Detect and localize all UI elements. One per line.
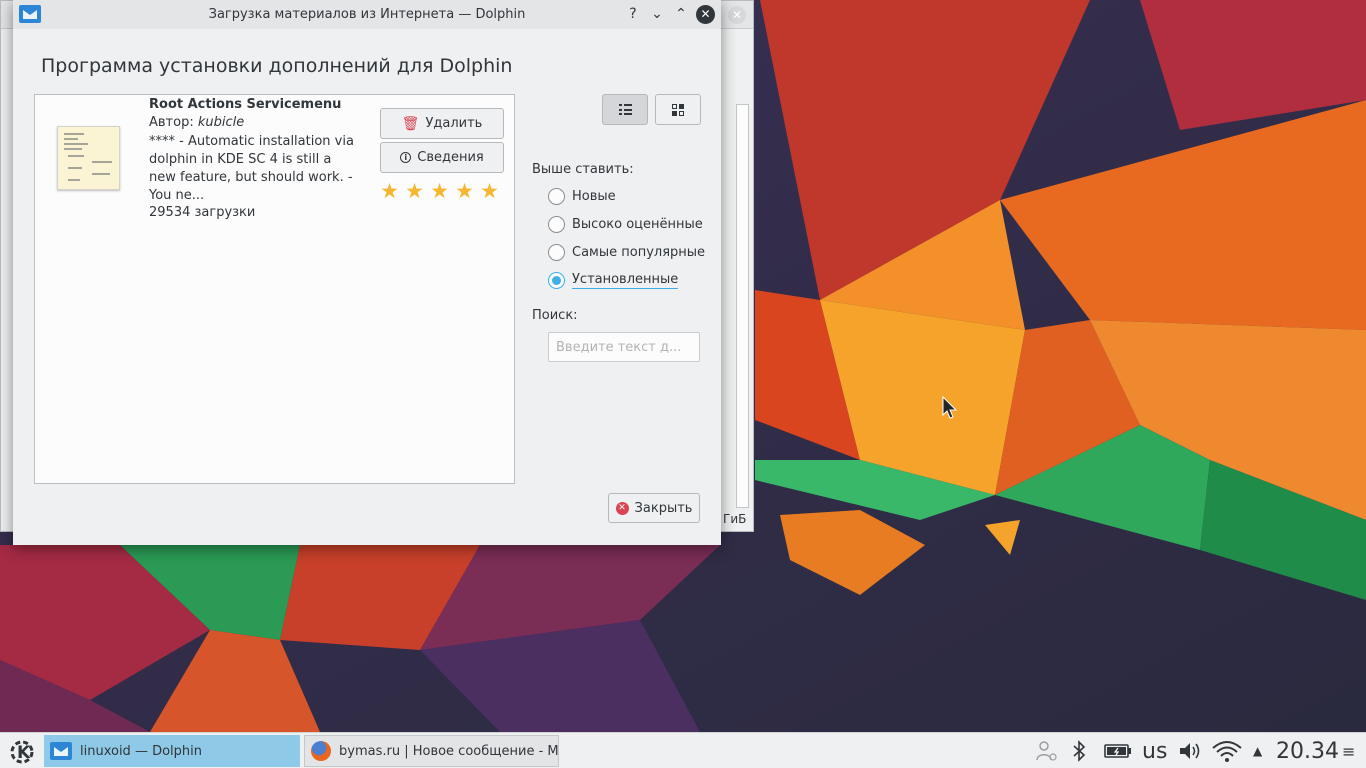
addon-name[interactable]: Root Actions Servicemenu xyxy=(149,97,341,112)
volume-icon[interactable] xyxy=(1178,733,1202,768)
dialog-titlebar[interactable]: Загрузка материалов из Интернета — Dolph… xyxy=(13,0,721,29)
close-dialog-button[interactable]: ✕ Закрыть xyxy=(608,493,700,523)
details-button[interactable]: i Сведения xyxy=(380,142,504,173)
star-icon[interactable]: ★ xyxy=(480,180,499,202)
trash-icon: 🗑 xyxy=(401,115,420,132)
radio-button[interactable] xyxy=(548,216,565,233)
help-button[interactable]: ? xyxy=(624,4,642,24)
star-icon[interactable]: ★ xyxy=(405,180,424,202)
keyboard-layout-indicator[interactable]: us xyxy=(1142,733,1167,768)
dolphin-app-icon xyxy=(19,5,41,23)
view-list-button[interactable] xyxy=(602,94,648,125)
firefox-icon xyxy=(311,741,331,761)
dialog-heading: Программа установки дополнений для Dolph… xyxy=(41,55,513,77)
uninstall-button[interactable]: 🗑 Удалить xyxy=(380,108,504,139)
taskbar: K linuxoid — Dolphin bymas.ru | Новое со… xyxy=(0,732,1366,768)
author-prefix: Автор: xyxy=(149,115,198,130)
radio-button[interactable] xyxy=(548,188,565,205)
task-label: linuxoid — Dolphin xyxy=(80,743,202,759)
window-title: Загрузка материалов из Интернета — Dolph… xyxy=(208,7,526,22)
addon-thumbnail[interactable] xyxy=(57,126,120,190)
dolphin-icon xyxy=(50,742,72,760)
view-grid-button[interactable] xyxy=(655,94,701,125)
background-window-size-text: ГиБ xyxy=(723,512,747,526)
close-label: Закрыть xyxy=(634,500,693,516)
sort-option-label: Установленные xyxy=(572,272,679,289)
addons-list[interactable]: Root Actions Servicemenu Автор: kubicle … xyxy=(34,94,515,484)
minimize-button[interactable]: ⌄ xyxy=(648,4,666,24)
star-icon[interactable]: ★ xyxy=(455,180,474,202)
addon-downloads: 29534 загрузки xyxy=(149,205,256,220)
kde-application-launcher-icon[interactable]: K xyxy=(6,736,38,766)
close-icon: ✕ xyxy=(615,501,629,515)
wifi-icon[interactable] xyxy=(1211,733,1243,768)
star-icon[interactable]: ★ xyxy=(380,180,399,202)
uninstall-label: Удалить xyxy=(425,116,483,131)
task-firefox[interactable]: bymas.ru | Новое сообщение - Mo xyxy=(304,735,559,767)
close-window-button[interactable]: ✕ xyxy=(696,4,715,24)
bluetooth-icon[interactable] xyxy=(1072,733,1086,768)
ghns-dialog: Загрузка материалов из Интернета — Dolph… xyxy=(13,0,721,545)
user-switcher-icon[interactable] xyxy=(1034,733,1058,768)
rating-stars[interactable]: ★ ★ ★ ★ ★ xyxy=(380,180,499,202)
list-view-icon xyxy=(618,104,632,115)
addon-author: Автор: kubicle xyxy=(149,115,244,130)
panel-menu-icon[interactable]: ≡ xyxy=(1342,733,1355,768)
sort-option[interactable]: Новые xyxy=(548,188,616,205)
addon-description: **** - Automatic installation via dolphi… xyxy=(149,134,354,203)
author-name: kubicle xyxy=(197,115,245,130)
mouse-cursor-icon xyxy=(942,396,958,419)
svg-text:K: K xyxy=(17,743,31,763)
task-dolphin[interactable]: linuxoid — Dolphin xyxy=(44,735,300,767)
tray-expand-icon[interactable]: ▲ xyxy=(1253,733,1262,768)
sort-option-label: Новые xyxy=(572,189,616,204)
background-window-close-icon[interactable]: ✕ xyxy=(728,6,746,24)
star-icon[interactable]: ★ xyxy=(430,180,449,202)
battery-icon[interactable] xyxy=(1104,733,1132,768)
sort-label: Выше ставить: xyxy=(532,162,634,177)
sort-option[interactable]: Высоко оценённые xyxy=(548,216,703,233)
search-label: Поиск: xyxy=(532,308,578,323)
sort-option-label: Высоко оценённые xyxy=(572,217,703,232)
background-window-panel xyxy=(736,104,749,508)
details-label: Сведения xyxy=(417,150,484,165)
grid-view-icon xyxy=(672,103,684,116)
radio-button[interactable] xyxy=(548,272,565,289)
info-icon: i xyxy=(400,152,412,163)
clock[interactable]: 20.34 xyxy=(1276,733,1339,768)
sort-option[interactable]: Установленные xyxy=(548,272,679,289)
task-label: bymas.ru | Новое сообщение - Mo xyxy=(339,743,559,759)
radio-button[interactable] xyxy=(548,244,565,261)
sort-option-label: Самые популярные xyxy=(572,245,706,260)
search-input[interactable] xyxy=(548,332,700,362)
maximize-button[interactable]: ⌃ xyxy=(672,4,690,24)
sort-option[interactable]: Самые популярные xyxy=(548,244,705,261)
